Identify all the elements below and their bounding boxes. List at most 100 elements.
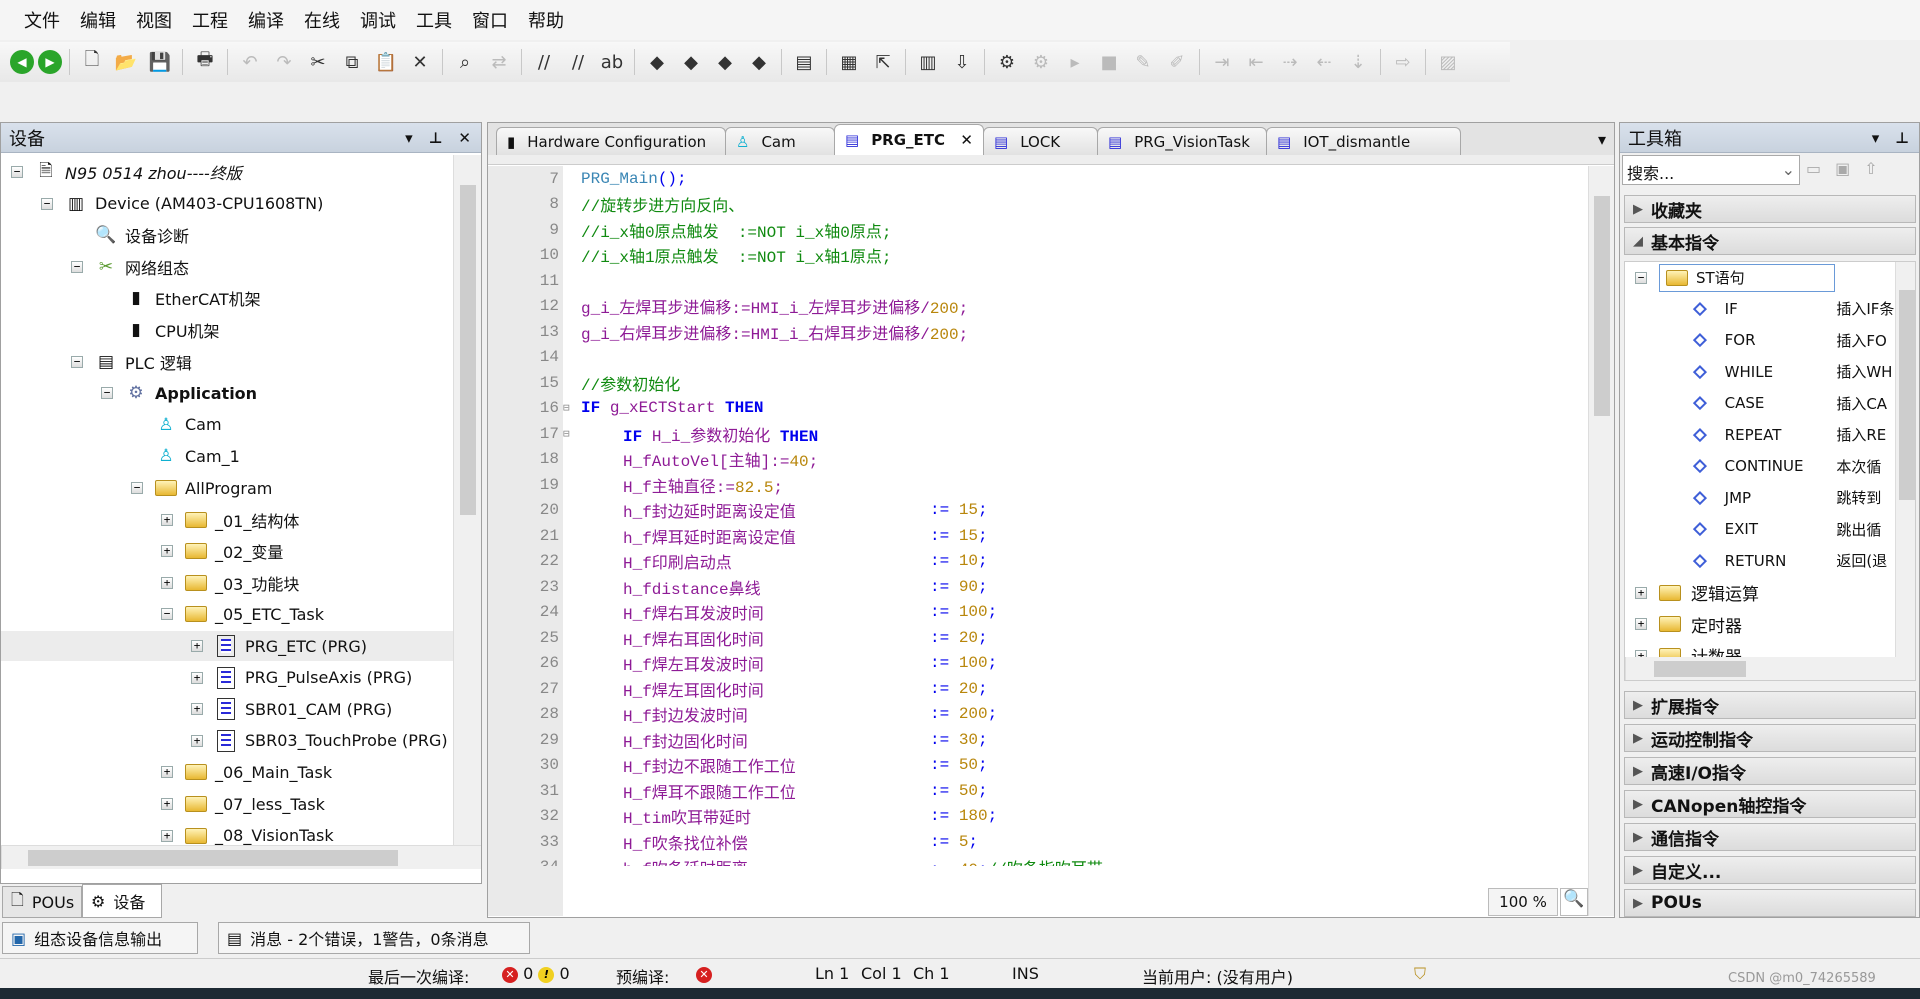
run-icon[interactable]: ▸	[1060, 47, 1090, 77]
dropdown-icon[interactable]: ▾	[1872, 129, 1880, 147]
zoom-level[interactable]: 100 %	[1488, 888, 1558, 916]
comment-icon[interactable]: //	[529, 47, 559, 77]
menu-item[interactable]: 窗口	[462, 7, 518, 33]
splitter[interactable]	[488, 155, 1614, 165]
tree-item[interactable]: + _08_VisionTask	[1, 821, 334, 845]
toolbox-search-input[interactable]: 搜索... ⌄	[1622, 155, 1800, 185]
tools-icon[interactable]: ✎	[1128, 47, 1158, 77]
tree-vertical-scrollbar[interactable]	[453, 155, 481, 845]
save-icon[interactable]: 💾	[145, 47, 175, 77]
new-file-icon[interactable]: 🗋	[77, 47, 107, 77]
tree-item[interactable]: +🔍设备诊断	[1, 220, 189, 250]
tree-item[interactable]: − ✂ 网络组态	[1, 252, 189, 282]
st-item[interactable]: WHILE 插入WH	[1692, 356, 1895, 387]
st-item[interactable]: RETURN 返回(退	[1692, 545, 1895, 576]
fold-marker[interactable]: ⊟	[563, 427, 581, 441]
st-folder[interactable]: − ST语句	[1635, 262, 1835, 293]
pin-icon[interactable]: ⊥	[1895, 129, 1909, 147]
collapse-icon[interactable]: −	[1635, 271, 1647, 284]
expand-icon[interactable]: +	[161, 576, 173, 589]
tab-iot-dismantle[interactable]: ▤ IOT_dismantle	[1266, 127, 1461, 155]
edit-icon[interactable]: ✐	[1162, 47, 1192, 77]
menu-item[interactable]: 工具	[406, 7, 462, 33]
bp2-icon[interactable]: ◆	[676, 47, 706, 77]
st-item[interactable]: EXIT 跳出循	[1692, 514, 1895, 545]
st-item[interactable]: CONTINUE 本次循	[1692, 451, 1895, 482]
tree-item[interactable]: +♙Cam	[1, 410, 221, 440]
toolbox-section[interactable]: ▶ 自定义...	[1624, 856, 1916, 884]
step1-icon[interactable]: ⇥	[1207, 47, 1237, 77]
expand-icon[interactable]: +	[161, 766, 173, 779]
uncomment-icon[interactable]: //	[563, 47, 593, 77]
open-icon[interactable]: 📂	[111, 47, 141, 77]
zoom-icon[interactable]: 🔍	[1560, 888, 1588, 916]
chevron-down-icon[interactable]: ⌄	[1782, 160, 1795, 180]
rename-icon[interactable]: ab	[597, 47, 627, 77]
step2-icon[interactable]: ⇤	[1241, 47, 1271, 77]
logout-icon[interactable]: ⚙	[1026, 47, 1056, 77]
menu-item[interactable]: 视图	[126, 7, 182, 33]
download-icon[interactable]: ⇩	[947, 47, 977, 77]
collapse-icon[interactable]: −	[11, 166, 23, 178]
menu-item[interactable]: 在线	[294, 7, 350, 33]
menu-item[interactable]: 文件	[14, 7, 70, 33]
export-icon[interactable]: ⇱	[868, 47, 898, 77]
step4-icon[interactable]: ⇠	[1309, 47, 1339, 77]
collapse-icon[interactable]: −	[161, 608, 173, 621]
toolbox-section[interactable]: ▶ CANopen轴控指令	[1624, 790, 1916, 818]
redo-icon[interactable]: ↷	[269, 47, 299, 77]
login-icon[interactable]: ⚙	[992, 47, 1022, 77]
toolbox-folder[interactable]: + 逻辑运算	[1635, 577, 1759, 608]
tab-lock[interactable]: ▤ LOCK	[983, 127, 1098, 155]
st-item[interactable]: REPEAT 插入RE	[1692, 419, 1895, 450]
tab-device-output[interactable]: ▣ 组态设备信息输出	[2, 922, 198, 954]
toolbox-section[interactable]: ▶ 运动控制指令	[1624, 724, 1916, 752]
collapse-icon[interactable]: −	[41, 197, 53, 210]
tree-item[interactable]: − ▤ PLC 逻辑	[1, 347, 192, 377]
compile-icon[interactable]: ▦	[834, 47, 864, 77]
expand-icon[interactable]: +	[191, 703, 203, 716]
replace-icon[interactable]: ⇄	[484, 47, 514, 77]
bp3-icon[interactable]: ◆	[710, 47, 740, 77]
dropdown-icon[interactable]: ▾	[405, 129, 413, 147]
tree-item[interactable]: + PRG_PulseAxis (PRG)	[1, 663, 412, 693]
delete-icon[interactable]: ✕	[405, 47, 435, 77]
copy-icon[interactable]: ⧉	[337, 47, 367, 77]
st-item[interactable]: JMP 跳转到	[1692, 482, 1895, 513]
menu-item[interactable]: 编译	[238, 7, 294, 33]
collapse-icon[interactable]: −	[71, 355, 83, 368]
menu-item[interactable]: 工程	[182, 7, 238, 33]
expand-icon[interactable]: +	[191, 640, 203, 652]
code-area[interactable]: 7 PRG_Main(); 8 //旋转步进方向反向、 9 //i_x轴0原点触发 :=N…	[488, 166, 1588, 867]
toolbox-section[interactable]: ▶ POUs	[1624, 889, 1916, 917]
toolbox-section[interactable]: ▶ 高速I/O指令	[1624, 757, 1916, 785]
st-horizontal-scrollbar[interactable]	[1625, 657, 1915, 680]
tabs-overflow-icon[interactable]: ▾	[1590, 130, 1614, 155]
tab-devices[interactable]: ⚙ 设备	[82, 884, 162, 918]
expand-icon[interactable]: +	[1635, 618, 1647, 630]
tab-prg-etc[interactable]: ▤ PRG_ETC ✕	[834, 124, 984, 155]
tab-hardware-configuration[interactable]: ▮ Hardware Configuration	[496, 127, 726, 155]
fold-marker[interactable]: ⊟	[563, 401, 581, 415]
tree-item[interactable]: − 🗎 N95 0514 zhou----终版	[1, 157, 242, 187]
stop-icon[interactable]: ■	[1094, 47, 1124, 77]
toolbox-folder[interactable]: + 定时器	[1635, 609, 1742, 640]
device-icon[interactable]: ▤	[789, 47, 819, 77]
tree-item[interactable]: + SBR01_CAM (PRG)	[1, 694, 392, 724]
expand-icon[interactable]: +	[161, 829, 173, 842]
pin-icon[interactable]: ⊥	[429, 129, 443, 147]
tree-item[interactable]: + _07_less_Task	[1, 789, 325, 819]
expand-icon[interactable]: +	[161, 798, 173, 810]
menu-item[interactable]: 编辑	[70, 7, 126, 33]
expand-icon[interactable]: +	[1635, 586, 1647, 599]
toolbox-section[interactable]: ▶ 扩展指令	[1624, 691, 1916, 719]
st-item[interactable]: FOR 插入FO	[1692, 325, 1895, 356]
st-item[interactable]: IF 插入IF条	[1692, 293, 1895, 324]
tree-item[interactable]: − _05_ETC_Task	[1, 599, 324, 629]
bp-remove-icon[interactable]: ◆	[744, 47, 774, 77]
tree-horizontal-scrollbar[interactable]	[1, 845, 481, 869]
paste-icon[interactable]: 📋	[371, 47, 401, 77]
tree-item[interactable]: +▮CPU机架	[1, 315, 219, 345]
collapse-icon[interactable]: −	[71, 260, 83, 273]
st-vertical-scrollbar[interactable]	[1895, 262, 1915, 657]
